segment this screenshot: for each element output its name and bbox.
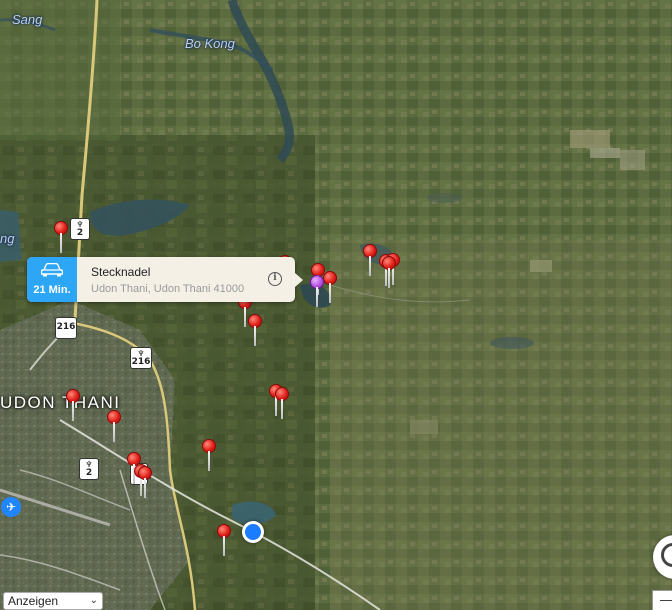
zoom-out-button[interactable]: — <box>652 590 672 610</box>
route-shield: ♆ 216 <box>130 347 152 369</box>
route-shield: ♆ 2 <box>70 218 90 240</box>
map-pin[interactable] <box>138 466 152 498</box>
map-pin[interactable] <box>248 314 262 346</box>
display-mode-value: Anzeigen <box>8 594 59 608</box>
route-number: 2 <box>85 468 93 478</box>
map-pin[interactable] <box>202 439 216 471</box>
chevron-down-icon: ⌄ <box>89 595 98 606</box>
map-pin[interactable] <box>107 410 121 442</box>
callout-address: Udon Thani, Udon Thani 41000 <box>91 283 245 295</box>
route-number: 2 <box>76 228 84 238</box>
map-pin[interactable] <box>54 221 68 253</box>
satellite-map[interactable]: Sang Bo Kong ng UDON THANI ♆ 2 216 ♆ 216 ♆… <box>0 0 672 610</box>
map-label-udon-thani: UDON THANI <box>0 393 121 412</box>
map-pin[interactable] <box>217 524 231 556</box>
selected-map-pin[interactable] <box>310 275 324 307</box>
info-icon[interactable]: i <box>268 272 282 286</box>
current-location-marker[interactable] <box>242 521 264 543</box>
map-pin[interactable] <box>66 389 80 421</box>
route-number: 216 <box>56 322 76 332</box>
map-pin[interactable] <box>363 244 377 276</box>
airport-icon[interactable]: ✈ <box>1 497 21 517</box>
map-label-partial: ng <box>0 231 15 246</box>
compass-icon <box>661 543 672 567</box>
route-shield: 216 <box>55 317 77 339</box>
map-label-bo-kong: Bo Kong <box>185 36 235 51</box>
callout-pointer <box>295 273 303 287</box>
map-pin[interactable] <box>275 387 289 419</box>
display-mode-select[interactable]: Anzeigen ⌄ <box>3 592 103 610</box>
route-number: 216 <box>131 357 151 367</box>
route-shield: ♆ 2 <box>79 458 99 480</box>
map-label-sang: Sang <box>12 12 43 27</box>
travel-time: 21 Min. <box>33 284 71 296</box>
satellite-imagery <box>0 0 672 610</box>
map-pin[interactable] <box>382 256 396 288</box>
pin-callout[interactable]: 21 Min. Stecknadel Udon Thani, Udon Than… <box>27 257 295 302</box>
directions-button[interactable]: 21 Min. <box>27 257 77 302</box>
map-pin[interactable] <box>323 271 337 303</box>
callout-title: Stecknadel <box>91 265 151 279</box>
